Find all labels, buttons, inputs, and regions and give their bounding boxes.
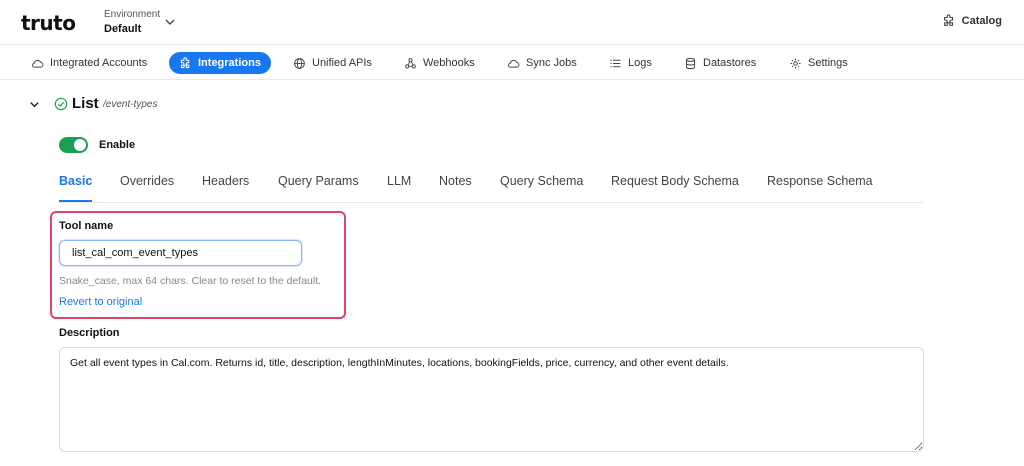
nav-logs[interactable]: Logs [599, 52, 662, 74]
tab-overrides[interactable]: Overrides [120, 174, 174, 188]
active-tab-underline [59, 200, 92, 202]
tool-name-input[interactable] [59, 240, 302, 266]
globe-icon [294, 57, 305, 69]
description-textarea[interactable]: Get all event types in Cal.com. Returns … [59, 347, 924, 452]
list-icon [610, 59, 621, 67]
check-circle-icon [54, 97, 68, 111]
top-bar: truto Environment Default Catalog [0, 0, 1024, 44]
description-label: Description [59, 327, 120, 339]
tool-name-label: Tool name [59, 220, 114, 232]
nav-datastores[interactable]: Datastores [674, 52, 766, 74]
tab-query-params[interactable]: Query Params [278, 174, 359, 188]
gear-icon [790, 57, 801, 69]
enable-toggle[interactable] [59, 137, 88, 153]
enable-label: Enable [99, 139, 136, 151]
tab-response-schema[interactable]: Response Schema [767, 174, 873, 188]
puzzle-icon [180, 56, 190, 68]
cloud-sync-icon [508, 59, 520, 68]
collapse-chevron-icon[interactable] [29, 99, 40, 110]
catalog-button[interactable]: Catalog [942, 14, 1002, 28]
nav-unified-apis[interactable]: Unified APIs [283, 52, 382, 74]
chevron-down-icon[interactable] [164, 16, 176, 28]
environment-label: Environment [104, 9, 161, 20]
cloud-icon [32, 59, 44, 68]
environment-selector[interactable]: Environment Default [104, 9, 160, 37]
nav-integrated-accounts[interactable]: Integrated Accounts [21, 52, 157, 74]
toggle-knob [74, 139, 86, 151]
environment-value: Default [104, 23, 142, 35]
webhook-icon [405, 57, 416, 68]
section-title: List [72, 95, 99, 112]
main-nav: Integrated Accounts Integrations Unified… [0, 44, 1024, 80]
section-path: /event-types [103, 99, 158, 110]
database-icon [685, 57, 696, 69]
nav-settings[interactable]: Settings [779, 52, 858, 74]
truto-logo[interactable]: truto [21, 11, 76, 35]
catalog-label: Catalog [961, 15, 1002, 27]
revert-to-original-link[interactable]: Revert to original [59, 296, 142, 308]
nav-integrations[interactable]: Integrations [169, 52, 271, 74]
nav-webhooks[interactable]: Webhooks [394, 52, 485, 74]
tab-request-body-schema[interactable]: Request Body Schema [611, 174, 739, 188]
tab-notes[interactable]: Notes [439, 174, 472, 188]
tab-headers[interactable]: Headers [202, 174, 249, 188]
tab-llm[interactable]: LLM [387, 174, 411, 188]
tab-bar: Basic Overrides Headers Query Params LLM… [59, 168, 923, 203]
nav-sync-jobs[interactable]: Sync Jobs [497, 52, 587, 74]
tab-query-schema[interactable]: Query Schema [500, 174, 583, 188]
tool-name-hint: Snake_case, max 64 chars. Clear to reset… [59, 275, 322, 287]
puzzle-icon [943, 14, 953, 26]
tab-basic[interactable]: Basic [59, 174, 92, 188]
